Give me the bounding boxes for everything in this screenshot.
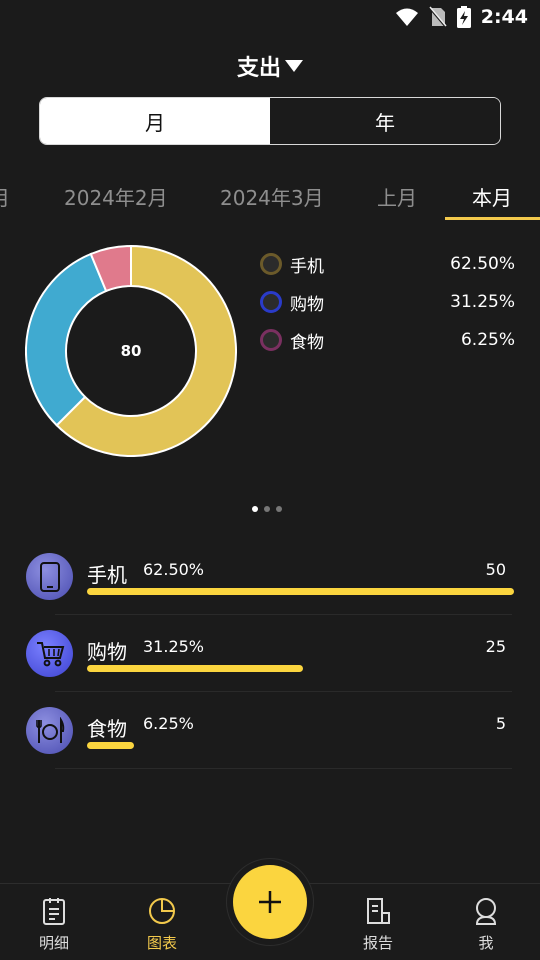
legend-item: 手机 62.50% — [260, 245, 515, 283]
legend-dot-icon — [260, 253, 282, 275]
segment-year[interactable]: 年 — [270, 98, 500, 144]
nav-label: 我 — [478, 934, 494, 952]
legend-name: 购物 — [290, 294, 324, 315]
legend-item: 食物 6.25% — [260, 321, 515, 359]
chart-legend: 手机 62.50% 购物 31.25% 食物 6.25% — [260, 245, 515, 359]
category-list: 手机 62.50% 50 购物 31.25% 25 食物 6.25% 5 — [0, 538, 540, 769]
page-title: 支出 — [236, 56, 281, 81]
pager-dots — [252, 506, 282, 512]
category-row[interactable]: 手机 62.50% 50 — [0, 538, 540, 615]
legend-pct: 62.50% — [450, 254, 515, 274]
period-tabs: 月 2024年2月 2024年3月 上月 本月 — [0, 172, 540, 222]
legend-pct: 6.25% — [460, 330, 515, 350]
nav-report[interactable]: 报告 — [338, 896, 418, 953]
legend-item: 购物 31.25% — [260, 283, 515, 321]
type-selector[interactable]: 支出 — [237, 50, 303, 82]
nav-label: 报告 — [362, 934, 393, 952]
pager-dot — [264, 506, 270, 512]
nav-label: 图表 — [146, 934, 177, 952]
plus-icon — [259, 891, 281, 913]
battery-charging-icon — [456, 6, 471, 28]
category-name: 手机 — [87, 563, 127, 587]
user-icon — [475, 898, 497, 925]
add-record-button[interactable] — [233, 865, 307, 939]
donut-chart: 80 — [25, 244, 237, 457]
category-name: 食物 — [87, 717, 127, 741]
category-avatar — [26, 553, 73, 600]
period-segment: 月 年 — [39, 97, 501, 145]
wifi-icon — [395, 8, 418, 26]
legend-name: 食物 — [290, 332, 324, 353]
legend-pct: 31.25% — [450, 292, 515, 312]
nav-chart[interactable]: 图表 — [122, 896, 202, 953]
shopping-cart-icon — [36, 641, 64, 666]
legend-dot-icon — [260, 291, 282, 313]
pie-chart-icon — [149, 898, 175, 924]
category-progress-bar — [87, 588, 514, 595]
tab-period-2024-03[interactable]: 2024年3月 — [220, 182, 324, 211]
category-pct: 6.25% — [143, 714, 194, 733]
category-name: 购物 — [87, 640, 127, 664]
tab-underline — [445, 217, 540, 220]
category-row[interactable]: 购物 31.25% 25 — [0, 615, 540, 692]
pager-dot — [276, 506, 282, 512]
category-pct: 31.25% — [143, 637, 205, 656]
divider — [55, 768, 512, 769]
category-pct: 62.50% — [143, 560, 205, 579]
category-progress-bar — [87, 665, 303, 672]
status-bar: 2:44 — [0, 0, 540, 36]
status-time: 2:44 — [480, 6, 528, 28]
phone-icon — [39, 561, 60, 592]
legend-dot-icon — [260, 329, 282, 351]
page-header: 支出 — [0, 50, 540, 82]
nav-label: 明细 — [38, 934, 69, 952]
food-plate-icon — [35, 716, 64, 743]
nav-me[interactable]: 我 — [446, 896, 526, 953]
category-avatar — [26, 707, 73, 754]
caret-down-icon — [285, 60, 303, 72]
tab-period-last-month[interactable]: 上月 — [377, 182, 417, 211]
category-progress-bar — [87, 742, 134, 749]
tab-period-2024-02[interactable]: 2024年2月 — [64, 182, 168, 211]
legend-name: 手机 — [290, 256, 324, 277]
report-icon — [367, 898, 390, 924]
no-sim-icon — [428, 6, 447, 28]
category-row[interactable]: 食物 6.25% 5 — [0, 692, 540, 769]
segment-month[interactable]: 月 — [40, 98, 270, 144]
notepad-icon — [43, 898, 65, 925]
pager-dot — [252, 506, 258, 512]
tab-period-partial[interactable]: 月 — [0, 182, 10, 211]
category-avatar — [26, 630, 73, 677]
category-amount: 25 — [485, 637, 506, 656]
donut-center-label: 80 — [120, 342, 142, 360]
category-amount: 50 — [485, 560, 506, 579]
tab-period-this-month[interactable]: 本月 — [472, 182, 512, 211]
category-amount: 5 — [495, 714, 506, 733]
nav-detail[interactable]: 明细 — [14, 896, 94, 953]
